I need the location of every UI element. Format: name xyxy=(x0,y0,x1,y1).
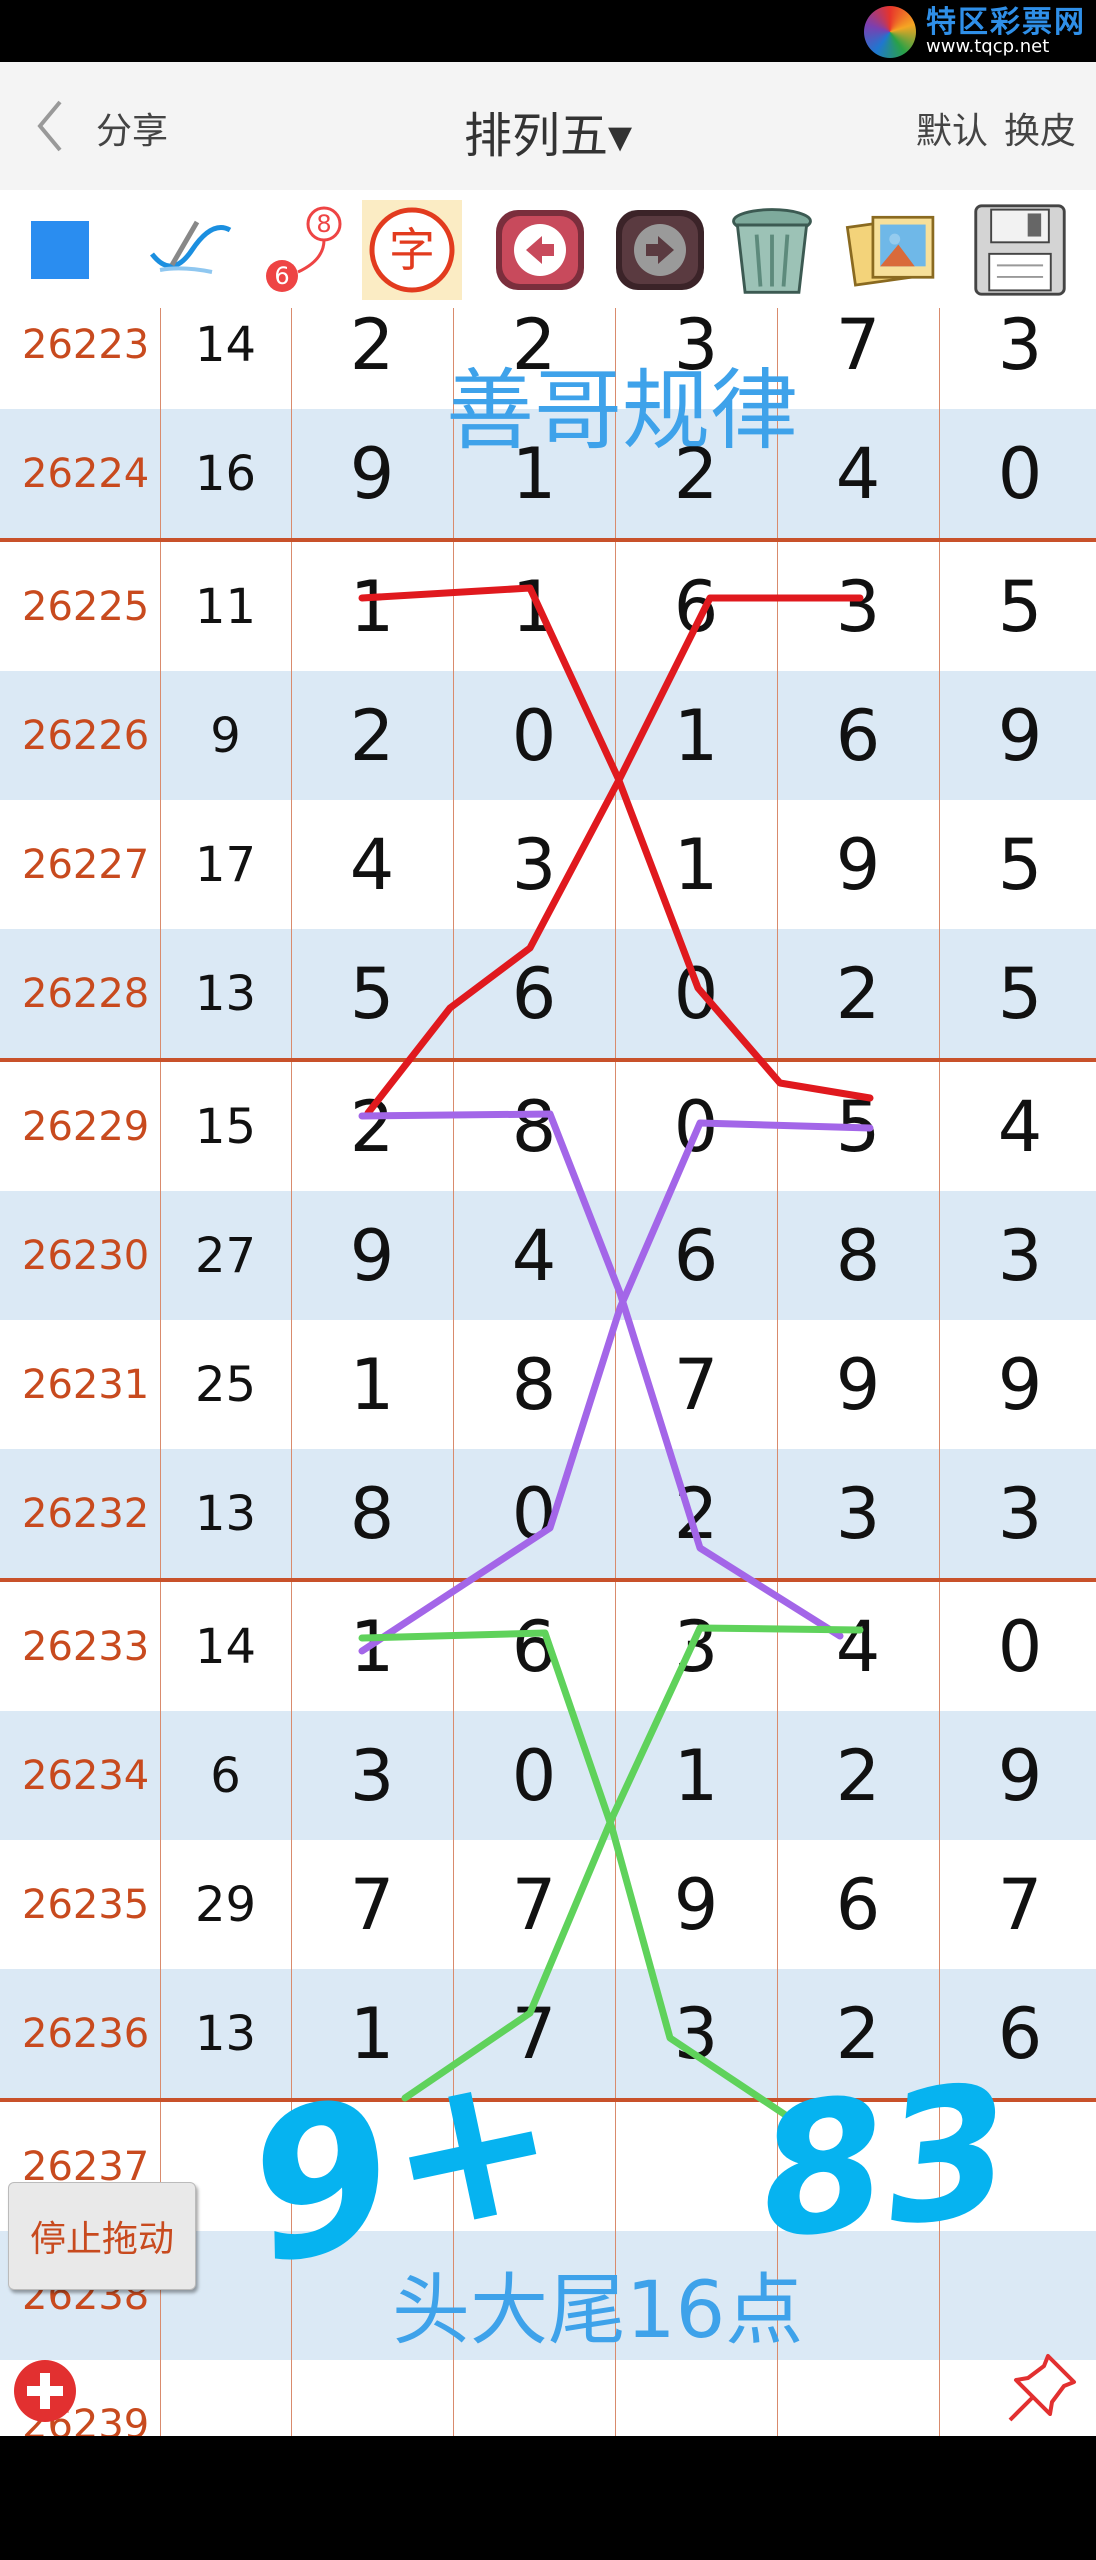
trash-icon xyxy=(732,208,812,294)
number-connect-icon: 86 xyxy=(266,206,342,292)
stop-drag-button[interactable]: 停止拖动 xyxy=(8,2182,196,2290)
watermark: 特区彩票网 www.tqcp.net xyxy=(864,4,1086,60)
watermark-url: www.tqcp.net xyxy=(926,36,1050,58)
connect-number-a: 8 xyxy=(316,210,331,238)
share-button[interactable]: 分享 xyxy=(96,102,168,154)
character-button[interactable]: 字 xyxy=(362,200,462,300)
status-bar: 特区彩票网 www.tqcp.net xyxy=(0,0,1096,62)
watermark-title: 特区彩票网 xyxy=(926,4,1086,40)
annotation-bottom-note: 头大尾16点 xyxy=(392,2266,804,2356)
photos-button[interactable] xyxy=(842,200,942,300)
nav-bar: 分享 排列五▾ 默认 换皮 xyxy=(0,62,1096,191)
purple-line-b xyxy=(358,1119,874,1655)
red-line-b xyxy=(364,594,864,1117)
undo-button[interactable] xyxy=(490,200,590,300)
connect-number-b: 6 xyxy=(274,262,289,290)
save-button[interactable] xyxy=(970,200,1070,300)
character-icon: 字 xyxy=(369,207,455,293)
checkmark-pen-button[interactable] xyxy=(140,200,240,300)
green-line-b xyxy=(401,1624,864,2102)
save-disk-icon xyxy=(974,204,1066,296)
color-square-icon xyxy=(31,221,89,279)
number-chart-grid[interactable]: 26223 14 2 2 3 7 3 26224 16 9 1 2 4 0 26225 11 1 1 6 3 5 2622… xyxy=(0,308,1096,2436)
default-button[interactable]: 默认 xyxy=(916,102,988,154)
chevron-left-icon xyxy=(37,100,62,152)
watermark-logo-icon xyxy=(864,6,916,58)
annotation-right-note: 83 xyxy=(749,2045,1021,2280)
lottery-type-dropdown[interactable]: 排列五▾ xyxy=(464,108,632,164)
dropdown-caret-icon: ▾ xyxy=(607,108,633,164)
redo-button[interactable] xyxy=(610,200,710,300)
change-skin-button[interactable]: 换皮 xyxy=(1004,102,1076,154)
pin-icon[interactable] xyxy=(1002,2348,1082,2428)
character-label: 字 xyxy=(389,223,435,277)
bottom-bar xyxy=(0,2436,1096,2560)
redo-arrow-icon xyxy=(616,210,704,290)
nav-right-links: 默认 换皮 xyxy=(916,102,1076,154)
annotation-title: 善哥规律 xyxy=(446,359,799,462)
undo-arrow-icon xyxy=(496,210,584,290)
number-connect-button[interactable]: 86 xyxy=(250,200,350,300)
trash-button[interactable] xyxy=(722,200,822,300)
color-square-button[interactable] xyxy=(10,200,110,300)
back-button[interactable] xyxy=(30,96,90,156)
plus-circle-icon[interactable] xyxy=(12,2358,78,2424)
checkmark-pen-icon xyxy=(150,220,232,274)
page-title: 排列五 xyxy=(463,108,608,164)
photos-icon xyxy=(845,215,935,287)
drawing-toolbar: 86 字 xyxy=(0,190,1096,308)
